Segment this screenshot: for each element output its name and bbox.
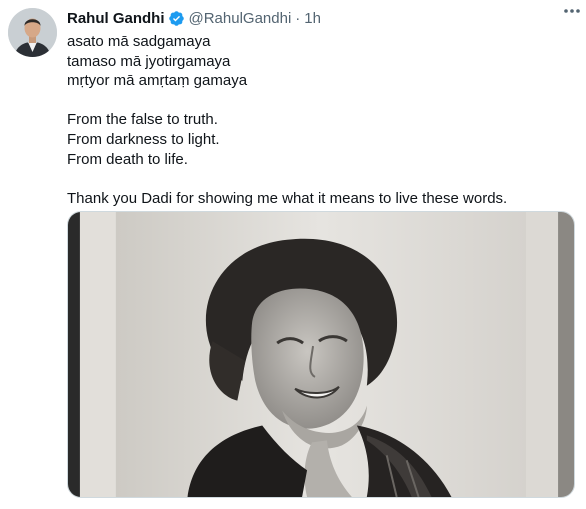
tweet-line: asato mā sadgamaya [67, 33, 211, 50]
avatar-image [8, 8, 57, 57]
verified-badge-icon [168, 10, 185, 27]
tweet-text: asato mā sadgamaya tamaso mā jyotirgamay… [67, 32, 576, 208]
tweet[interactable]: Rahul Gandhi @RahulGandhi · 1h asato mā … [0, 0, 586, 509]
line-break [67, 91, 576, 111]
portrait-photo [68, 212, 574, 497]
tweet-line: From darkness to light. [67, 130, 220, 148]
tweet-line: From death to life. [67, 150, 188, 168]
more-options-icon[interactable] [561, 4, 583, 18]
tweet-timestamp[interactable]: 1h [304, 10, 321, 27]
tweet-photo[interactable] [67, 211, 575, 498]
separator-dot: · [295, 9, 301, 27]
tweet-line: mṛtyor mā amṛtaṃ gamaya [67, 72, 248, 90]
avatar[interactable] [8, 8, 57, 57]
tweet-line: tamaso mā jyotirgamaya [67, 52, 231, 70]
tweet-content: Rahul Gandhi @RahulGandhi · 1h asato mā … [67, 8, 576, 208]
author-name[interactable]: Rahul Gandhi [67, 10, 165, 27]
tweet-header: Rahul Gandhi @RahulGandhi · 1h [67, 8, 576, 28]
author-handle[interactable]: @RahulGandhi [189, 10, 292, 27]
tweet-line: Thank you Dadi for showing me what it me… [67, 189, 508, 207]
tweet-line: From the false to truth. [67, 111, 218, 129]
line-break [67, 169, 576, 189]
